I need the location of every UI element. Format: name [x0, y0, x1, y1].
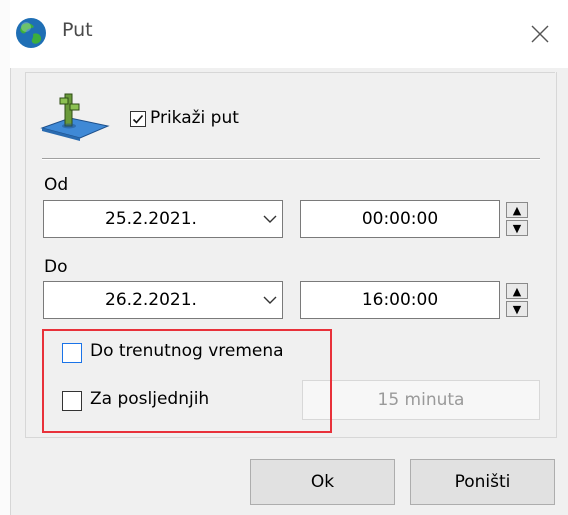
show-route-label: Prikaži put — [150, 108, 239, 128]
from-label: Od — [44, 175, 69, 195]
route-map-pin-icon — [40, 88, 110, 144]
show-route-checkbox[interactable] — [130, 111, 146, 127]
last-period-value-field: 15 minuta — [302, 380, 540, 420]
to-date-picker[interactable]: 26.2.2021. — [43, 281, 283, 319]
window-title: Put — [62, 19, 93, 41]
from-time-value: 00:00:00 — [361, 209, 439, 229]
highlight-box — [42, 329, 332, 433]
title-bar — [10, 0, 568, 68]
from-date-picker[interactable]: 25.2.2021. — [43, 200, 283, 238]
to-date-value: 26.2.2021. — [105, 290, 197, 310]
to-time-field[interactable]: 16:00:00 — [300, 281, 500, 319]
last-period-value: 15 minuta — [377, 390, 465, 410]
globe-icon — [14, 16, 48, 50]
close-button[interactable] — [520, 14, 560, 54]
to-time-spinner: ▲ ▼ — [506, 283, 528, 317]
from-date-value: 25.2.2021. — [105, 209, 197, 229]
chevron-down-icon[interactable] — [258, 200, 282, 238]
from-time-field[interactable]: 00:00:00 — [300, 200, 500, 238]
close-icon — [531, 25, 549, 43]
spin-down-icon[interactable]: ▼ — [506, 301, 528, 317]
chevron-down-icon[interactable] — [258, 281, 282, 319]
spin-up-icon[interactable]: ▲ — [506, 202, 528, 218]
checkmark-icon — [132, 114, 144, 124]
spin-up-icon[interactable]: ▲ — [506, 283, 528, 299]
to-time-value: 16:00:00 — [361, 290, 439, 310]
from-time-spinner: ▲ ▼ — [506, 202, 528, 236]
to-label: Do — [44, 257, 68, 277]
separator — [42, 158, 540, 159]
window-left-edge — [0, 0, 11, 515]
spin-down-icon[interactable]: ▼ — [506, 220, 528, 236]
ok-button[interactable]: Ok — [250, 459, 395, 505]
cancel-button[interactable]: Poništi — [410, 459, 555, 505]
